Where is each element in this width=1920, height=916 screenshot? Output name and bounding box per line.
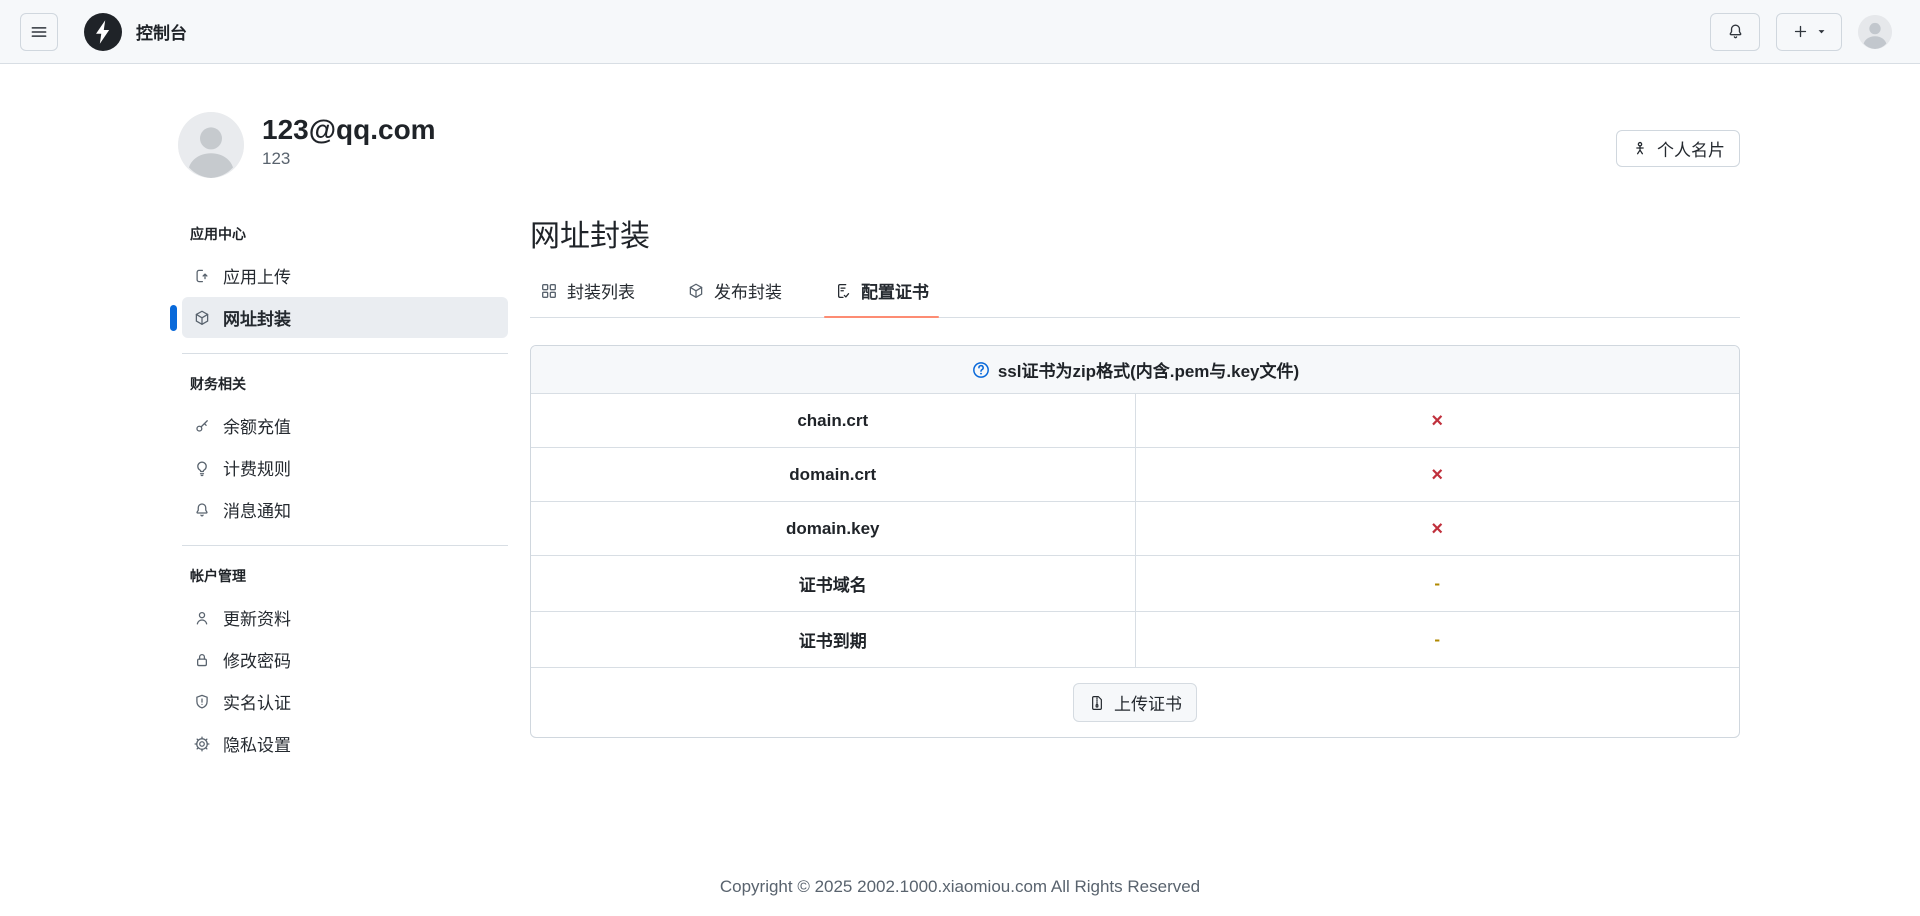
person-icon: [193, 609, 211, 627]
notifications-button[interactable]: [1710, 12, 1760, 51]
upload-certificate-label: 上传证书: [1114, 695, 1182, 714]
grid-icon: [540, 282, 558, 300]
sidebar-item-real-name-auth[interactable]: 实名认证: [182, 681, 508, 722]
person-figure-icon: [1631, 140, 1649, 158]
sidebar-item-label: 应用上传: [223, 268, 291, 287]
tab-label: 发布封装: [714, 283, 782, 302]
content: 应用中心 应用上传 网址封装 财务相关 余额充值 计费规则 消息通知 帐户管理 …: [0, 220, 1920, 765]
gear-icon: [193, 735, 211, 753]
table-row: 证书域名 -: [531, 555, 1739, 611]
sidebar-item-update-profile[interactable]: 更新资料: [182, 597, 508, 638]
cert-row-status: ×: [1431, 463, 1444, 486]
cert-row-label: domain.crt: [531, 448, 1136, 501]
table-row: 证书到期 -: [531, 611, 1739, 667]
shield-icon: [193, 693, 211, 711]
sidebar-item-label: 隐私设置: [223, 736, 291, 755]
cert-row-label: chain.crt: [531, 394, 1136, 447]
main-content: 网址封装 封装列表 发布封装 配置证书 ssl证书为zip格式(内含.pem与.…: [530, 220, 1740, 765]
help-icon[interactable]: [971, 360, 991, 380]
panel-notice-text: ssl证书为zip格式(内含.pem与.key文件): [997, 362, 1300, 381]
lightning-logo-icon[interactable]: [84, 12, 122, 51]
profile-username: 123: [262, 149, 291, 168]
profile-header: 123@qq.com 123 个人名片: [0, 64, 1920, 178]
cert-row-label: domain.key: [531, 502, 1136, 555]
tab-publish-package[interactable]: 发布封装: [677, 278, 792, 317]
panel-footer: 上传证书: [531, 667, 1739, 737]
cert-row-status: -: [1434, 629, 1441, 649]
table-row: domain.key ×: [531, 501, 1739, 555]
tab-bar: 封装列表 发布封装 配置证书: [530, 278, 1740, 318]
sidebar-item-label: 余额充值: [223, 418, 291, 437]
sidebar-item-label: 实名认证: [223, 694, 291, 713]
sidebar-item-label: 消息通知: [223, 502, 291, 521]
sidebar-divider: [182, 545, 508, 546]
sidebar-item-change-password[interactable]: 修改密码: [182, 639, 508, 680]
bell-icon: [1726, 22, 1745, 41]
file-check-icon: [834, 282, 852, 300]
sidebar-item-notifications[interactable]: 消息通知: [182, 489, 508, 530]
package-icon: [193, 309, 211, 327]
create-new-button[interactable]: [1776, 12, 1842, 51]
chevron-down-icon: [1816, 26, 1827, 37]
lightbulb-icon: [193, 459, 211, 477]
cert-row-status: ×: [1431, 409, 1444, 432]
tab-configure-certificate[interactable]: 配置证书: [824, 278, 939, 318]
sidebar-item-label: 计费规则: [223, 460, 291, 479]
cert-row-label: 证书到期: [531, 612, 1136, 667]
cert-row-status: ×: [1431, 517, 1444, 540]
profile-email: 123@qq.com: [262, 114, 436, 145]
app-header: 控制台: [0, 0, 1920, 64]
sidebar-item-label: 网址封装: [223, 310, 291, 329]
cert-row-status: -: [1434, 573, 1441, 593]
table-row: chain.crt ×: [531, 394, 1739, 447]
tab-label: 封装列表: [567, 283, 635, 302]
sidebar-item-balance-recharge[interactable]: 余额充值: [182, 405, 508, 446]
personal-card-button[interactable]: 个人名片: [1616, 130, 1740, 167]
profile-avatar[interactable]: [178, 112, 244, 178]
package-icon: [687, 282, 705, 300]
upload-certificate-button[interactable]: 上传证书: [1073, 683, 1197, 722]
sidebar-item-app-upload[interactable]: 应用上传: [182, 255, 508, 296]
zip-file-icon: [1088, 694, 1106, 712]
header-actions: [1710, 12, 1892, 51]
bell-icon: [193, 501, 211, 519]
sidebar-divider: [182, 353, 508, 354]
user-avatar[interactable]: [1858, 14, 1892, 49]
sidebar-item-label: 更新资料: [223, 610, 291, 629]
sidebar-section-finance: 财务相关: [190, 376, 246, 392]
plus-icon: [1792, 23, 1809, 40]
sidebar-item-billing-rules[interactable]: 计费规则: [182, 447, 508, 488]
menu-button[interactable]: [20, 12, 58, 51]
sidebar-item-url-package[interactable]: 网址封装: [182, 297, 508, 338]
app-title: 控制台: [136, 24, 187, 43]
key-icon: [193, 417, 211, 435]
certificate-panel: ssl证书为zip格式(内含.pem与.key文件) chain.crt × d…: [530, 345, 1740, 738]
panel-notice: ssl证书为zip格式(内含.pem与.key文件): [531, 346, 1739, 394]
profile-info: 123@qq.com 123: [262, 112, 436, 169]
cert-row-label: 证书域名: [531, 556, 1136, 611]
sidebar-item-label: 修改密码: [223, 652, 291, 671]
tab-package-list[interactable]: 封装列表: [530, 278, 645, 317]
sidebar-item-privacy-settings[interactable]: 隐私设置: [182, 723, 508, 764]
table-row: domain.crt ×: [531, 447, 1739, 501]
personal-card-label: 个人名片: [1657, 141, 1725, 160]
sidebar-section-app-center: 应用中心: [190, 226, 246, 242]
upload-icon: [193, 267, 211, 285]
sidebar: 应用中心 应用上传 网址封装 财务相关 余额充值 计费规则 消息通知 帐户管理 …: [170, 220, 530, 765]
copyright-footer: Copyright © 2025 2002.1000.xiaomiou.com …: [719, 877, 1201, 896]
page-title: 网址封装: [530, 220, 650, 253]
lock-icon: [193, 651, 211, 669]
sidebar-section-account: 帐户管理: [190, 568, 246, 584]
tab-label: 配置证书: [861, 283, 929, 302]
hamburger-icon: [29, 22, 49, 42]
